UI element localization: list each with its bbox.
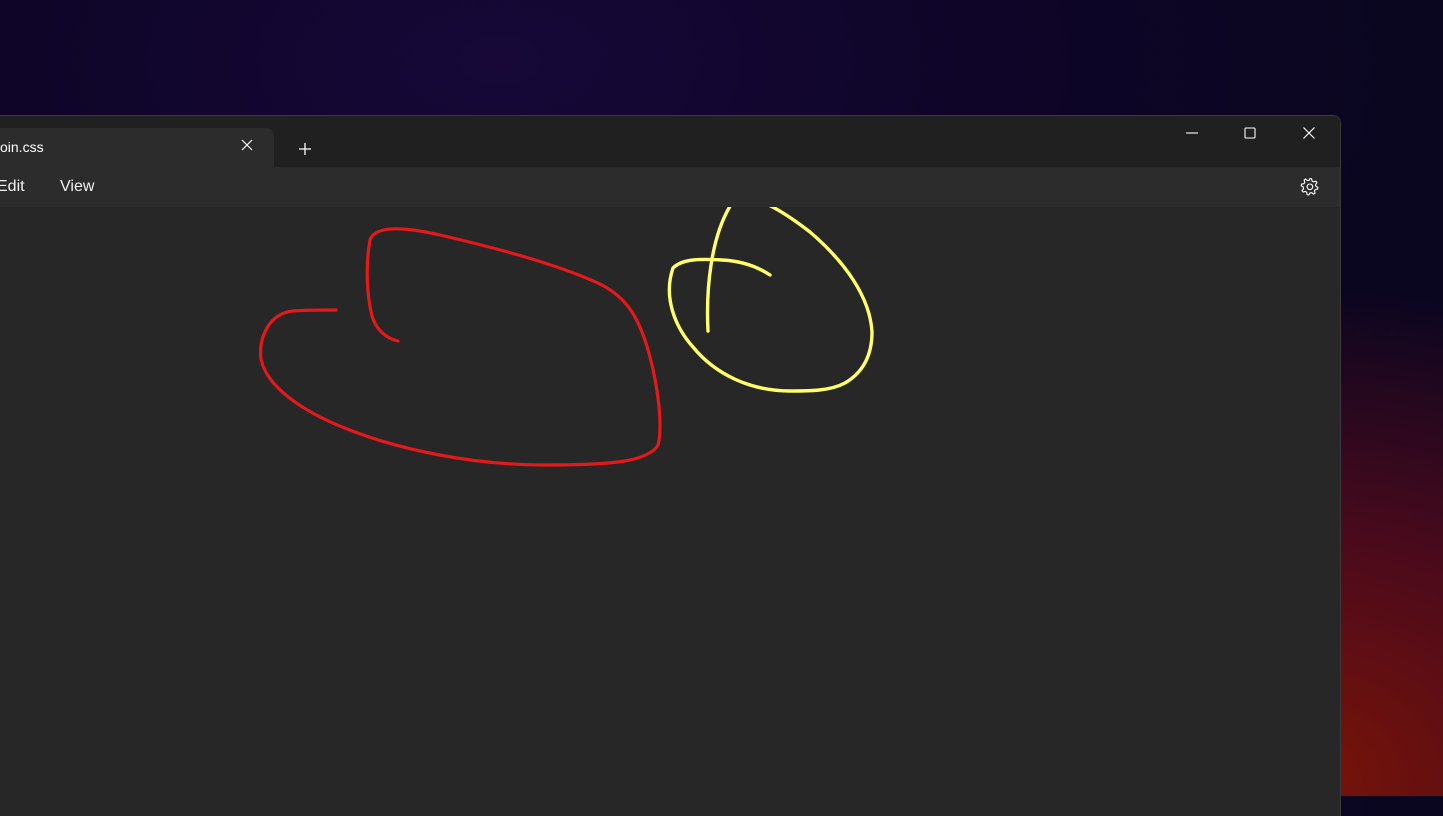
minimize-icon[interactable] bbox=[1163, 116, 1221, 150]
new-tab-plus-icon[interactable] bbox=[296, 140, 314, 158]
red-ink-stroke bbox=[258, 227, 662, 467]
menu-bar: Edit View bbox=[0, 167, 1340, 207]
tab-active[interactable]: oin.css bbox=[0, 128, 274, 167]
yellow-ink-stroke bbox=[667, 207, 874, 393]
drawing-canvas[interactable] bbox=[0, 207, 1340, 816]
title-bar[interactable]: oin.css bbox=[0, 116, 1340, 167]
maximize-icon[interactable] bbox=[1221, 116, 1279, 150]
tab-title: oin.css bbox=[0, 139, 44, 155]
gear-icon[interactable] bbox=[1300, 177, 1320, 197]
tab-close-icon[interactable] bbox=[238, 136, 256, 154]
close-window-icon[interactable] bbox=[1280, 116, 1338, 150]
menu-view[interactable]: View bbox=[60, 178, 94, 196]
menu-edit[interactable]: Edit bbox=[0, 178, 25, 196]
notepad-window: oin.css Edit View bbox=[0, 115, 1341, 816]
